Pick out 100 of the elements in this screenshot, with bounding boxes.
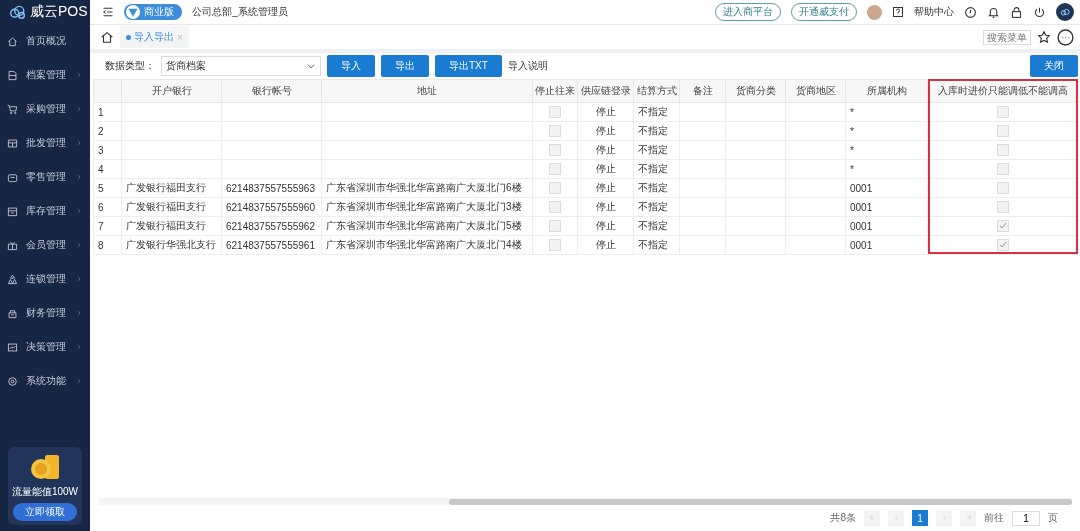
page-suffix: 页 bbox=[1048, 511, 1058, 525]
sidebar-item[interactable]: 档案管理 bbox=[0, 58, 90, 92]
table-cell: 6214837557555960 bbox=[221, 197, 322, 217]
scrollbar-thumb[interactable] bbox=[449, 498, 1072, 505]
sidebar-item[interactable]: 零售管理 bbox=[0, 160, 90, 194]
platform-link[interactable]: 开通威支付 bbox=[791, 3, 857, 21]
checkbox[interactable] bbox=[549, 201, 561, 214]
last-page-button[interactable] bbox=[960, 510, 976, 526]
column-header: 备注 bbox=[679, 79, 726, 103]
column-header: 开户银行 bbox=[121, 79, 222, 103]
account-avatar[interactable] bbox=[1056, 3, 1074, 21]
table-cell: 6214837557555961 bbox=[221, 235, 322, 255]
checkbox[interactable] bbox=[549, 125, 561, 138]
brand-name: 威云POS bbox=[30, 3, 88, 21]
checkbox[interactable] bbox=[549, 182, 561, 195]
total-count: 共8条 bbox=[830, 511, 856, 525]
table-cell: 广发银行福田支行 bbox=[121, 178, 222, 198]
table-cell: 广发银行华强北支行 bbox=[121, 235, 222, 255]
table-cell: 广东省深圳市华强北华富路南广大厦北门5楼 bbox=[321, 216, 533, 236]
column-header: 货商地区 bbox=[785, 79, 846, 103]
table-cell: 不指定 bbox=[633, 197, 680, 217]
checkbox[interactable] bbox=[996, 144, 1009, 157]
sidebar-item[interactable]: 系统功能 bbox=[0, 364, 90, 398]
prev-page-button[interactable] bbox=[888, 510, 904, 526]
sidebar-item[interactable]: 批发管理 bbox=[0, 126, 90, 160]
sidebar-item[interactable]: 首页概况 bbox=[0, 24, 90, 58]
sidebar-item[interactable]: 库存管理 bbox=[0, 194, 90, 228]
toolbar-button[interactable]: 导入 bbox=[327, 55, 375, 77]
checkbox[interactable] bbox=[996, 239, 1009, 252]
table-cell: 不指定 bbox=[633, 159, 680, 179]
next-page-button[interactable] bbox=[936, 510, 952, 526]
checkbox[interactable] bbox=[549, 163, 561, 176]
table-cell: 停止 bbox=[577, 102, 634, 122]
promo-text: 流量能值100W bbox=[11, 485, 79, 499]
home-icon bbox=[100, 30, 114, 44]
checkbox[interactable] bbox=[996, 106, 1009, 119]
sidebar-item[interactable]: 财务管理 bbox=[0, 296, 90, 330]
row-number: 7 bbox=[93, 216, 122, 236]
sidebar-item[interactable]: 连锁管理 bbox=[0, 262, 90, 296]
avatar[interactable] bbox=[867, 4, 882, 20]
table-cell: 不指定 bbox=[633, 178, 680, 198]
column-header: 货商分类 bbox=[725, 79, 786, 103]
table-cell: 广东省深圳市华强北华富路南广大厦北门6楼 bbox=[321, 178, 533, 198]
checkbox[interactable] bbox=[996, 201, 1009, 214]
sidebar-item[interactable]: 会员管理 bbox=[0, 228, 90, 262]
import-help-link[interactable]: 导入说明 bbox=[507, 59, 548, 73]
chevron-icon bbox=[75, 173, 83, 181]
table-cell: * bbox=[845, 102, 928, 122]
column-header: 供应链登录 bbox=[577, 79, 634, 103]
home-icon bbox=[7, 35, 18, 47]
checkbox[interactable] bbox=[996, 163, 1009, 176]
table-cell: 停止 bbox=[577, 121, 634, 141]
table-cell: 0001 bbox=[845, 178, 928, 198]
checkbox[interactable] bbox=[549, 144, 561, 157]
page-button[interactable]: 1 bbox=[912, 510, 928, 526]
table-cell: 停止 bbox=[577, 140, 634, 160]
power-icon bbox=[1033, 5, 1046, 19]
sidebar-item[interactable]: 决策管理 bbox=[0, 330, 90, 364]
column-header: 银行帐号 bbox=[221, 79, 322, 103]
checkbox[interactable] bbox=[996, 125, 1009, 138]
chart-icon bbox=[7, 341, 18, 353]
checkbox[interactable] bbox=[549, 239, 561, 252]
more-icon bbox=[1057, 28, 1074, 46]
table-cell: * bbox=[845, 140, 928, 160]
table-cell: 停止 bbox=[577, 178, 634, 198]
toolbar-button[interactable]: 导出TXT bbox=[435, 55, 502, 77]
table-cell: 停止 bbox=[577, 197, 634, 217]
caret-icon bbox=[306, 61, 316, 71]
toolbar-button[interactable]: 导出 bbox=[381, 55, 429, 77]
row-number: 3 bbox=[93, 140, 122, 160]
column-header: 所属机构 bbox=[845, 79, 928, 103]
checkbox[interactable] bbox=[549, 220, 561, 233]
chevron-icon bbox=[75, 207, 83, 215]
diamond-icon bbox=[126, 5, 140, 19]
platform-link[interactable]: 进入商平台 bbox=[715, 3, 781, 21]
box-icon bbox=[7, 205, 18, 217]
checkbox[interactable] bbox=[549, 106, 561, 119]
sidebar-item[interactable]: 采购管理 bbox=[0, 92, 90, 126]
column-header: 地址 bbox=[321, 79, 533, 103]
data-type-select[interactable]: 货商档案 bbox=[161, 56, 321, 76]
row-number: 6 bbox=[93, 197, 122, 217]
checkbox[interactable] bbox=[996, 220, 1009, 233]
first-page-button[interactable] bbox=[864, 510, 880, 526]
claim-button[interactable]: 立即领取 bbox=[13, 503, 77, 521]
data-type-label: 数据类型： bbox=[105, 59, 155, 73]
table-cell: 6214837557555962 bbox=[221, 216, 322, 236]
help-center-link[interactable]: 帮助中心 bbox=[914, 5, 954, 19]
chevron-icon bbox=[75, 105, 83, 113]
column-header: 结算方式 bbox=[633, 79, 680, 103]
menu-fold-icon bbox=[102, 6, 114, 18]
chevron-icon bbox=[75, 377, 83, 385]
checkbox[interactable] bbox=[996, 182, 1009, 195]
table-cell: 停止 bbox=[577, 235, 634, 255]
first-icon bbox=[867, 512, 877, 522]
row-number: 8 bbox=[93, 235, 122, 255]
page-input[interactable]: 1 bbox=[1012, 510, 1040, 526]
menu-search-field[interactable]: 搜索菜单 bbox=[983, 29, 1031, 45]
close-button[interactable]: 关闭 bbox=[1030, 55, 1078, 77]
star-icon bbox=[1037, 30, 1051, 44]
row-number: 4 bbox=[93, 159, 122, 179]
